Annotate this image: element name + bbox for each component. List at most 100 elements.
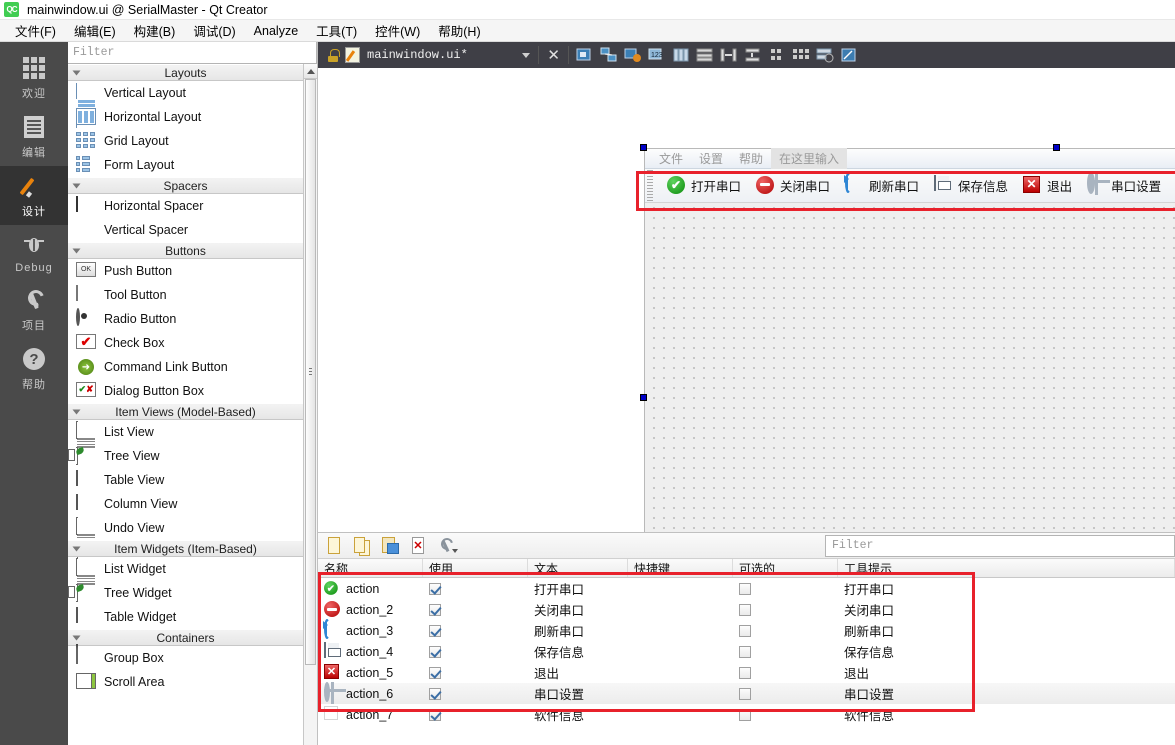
action-shortcut[interactable] [628,641,733,662]
checkable-checkbox[interactable] [739,603,751,616]
table-row[interactable]: action_7 软件信息 软件信息 [318,704,1175,725]
used-checkbox[interactable] [429,666,441,679]
open-document-selector[interactable]: mainwindow.ui* ✕ [318,46,568,64]
form-menu-settings[interactable]: 设置 [691,148,731,169]
menu-debug[interactable]: 调试(D) [184,19,244,42]
table-row[interactable]: action_3 刷新串口 刷新串口 [318,619,1175,641]
checkable-checkbox[interactable] [739,687,751,700]
widget-item-horizontal-layout[interactable]: Horizontal Layout [68,105,303,129]
column-header-checkable[interactable]: 可选的 [733,559,838,577]
action-text[interactable]: 刷新串口 [528,620,628,641]
paste-action-icon[interactable] [380,536,402,556]
scroll-up-button[interactable] [304,64,317,79]
widget-item-column-view[interactable]: Column View [68,492,303,516]
copy-action-icon[interactable] [352,536,374,556]
widget-item-group-box[interactable]: Group Box [68,644,303,670]
checkable-checkbox[interactable] [739,708,751,721]
menu-edit[interactable]: 编辑(E) [65,19,125,42]
form-tool-bar[interactable]: ✔ 打开串口 关闭串口 刷新串口 保存信息 ✕ 退出 串口设置 [645,169,1175,203]
checkable-checkbox[interactable] [739,582,751,595]
widget-item-dialog-button-box[interactable]: ✔ ✘ Dialog Button Box [68,379,303,403]
action-tooltip[interactable]: 刷新串口 [838,620,1175,641]
designer-canvas[interactable]: 文件 设置 帮助 在这里输入 ✔ 打开串口 关闭串口 刷新串口 保存信息 ✕ 退… [318,68,1175,532]
scrollbar-thumb[interactable] [305,79,316,666]
widget-item-command-link-button[interactable]: ➜ Command Link Button [68,355,303,379]
action-shortcut[interactable] [628,599,733,620]
column-header-text[interactable]: 文本 [528,559,628,577]
edit-signals-slots-icon[interactable] [599,46,619,64]
lock-icon[interactable] [326,48,340,62]
action-shortcut[interactable] [628,578,733,599]
widget-category-containers[interactable]: Containers [68,629,303,646]
layout-splitter-vertical-icon[interactable] [743,46,763,64]
layout-splitter-horizontal-icon[interactable] [719,46,739,64]
action-text[interactable]: 关闭串口 [528,599,628,620]
action-shortcut[interactable] [628,662,733,683]
checkable-checkbox[interactable] [739,666,751,679]
action-text[interactable]: 保存信息 [528,641,628,662]
widget-item-list-view[interactable]: List View [68,420,303,465]
mainwindow-form[interactable]: 文件 设置 帮助 在这里输入 ✔ 打开串口 关闭串口 刷新串口 保存信息 ✕ 退… [644,148,1175,532]
widget-item-vertical-spacer[interactable]: Vertical Spacer [68,218,303,242]
widget-item-horizontal-spacer[interactable]: Horizontal Spacer [68,194,303,218]
delete-action-icon[interactable]: ✕ [408,536,430,556]
close-document-button[interactable]: ✕ [538,46,568,64]
layout-horizontally-icon[interactable] [671,46,691,64]
widget-category-layouts[interactable]: Layouts [68,64,303,81]
configure-icon[interactable] [436,536,458,556]
action-tooltip[interactable]: 关闭串口 [838,599,1175,620]
action-shortcut[interactable] [628,704,733,725]
widget-item-tree-widget[interactable]: Tree Widget [68,581,303,605]
widget-item-table-widget[interactable]: Table Widget [68,605,303,629]
toolbar-action-save-info[interactable]: 保存信息 [928,174,1017,198]
table-row[interactable]: action_6 串口设置 串口设置 [318,682,1175,704]
action-shortcut[interactable] [628,620,733,641]
widget-item-check-box[interactable]: ✔ Check Box [68,331,303,355]
widget-box-filter-input[interactable]: Filter [68,42,317,64]
widget-item-undo-view[interactable]: Undo View [68,516,303,561]
layout-vertically-icon[interactable] [695,46,715,64]
widget-item-tool-button[interactable]: Tool Button [68,283,303,307]
widget-item-form-layout[interactable]: Form Layout [68,153,303,177]
checkable-checkbox[interactable] [739,645,751,658]
widget-category-spacers[interactable]: Spacers [68,177,303,194]
action-tooltip[interactable]: 软件信息 [838,704,1175,725]
widget-item-vertical-layout[interactable]: Vertical Layout [68,81,303,128]
action-editor-filter-input[interactable]: Filter [825,534,1175,557]
mode-design[interactable]: 设计 [0,166,68,225]
used-checkbox[interactable] [429,708,441,721]
table-row[interactable]: ✕ action_5 退出 退出 [318,662,1175,683]
widget-category-item-views[interactable]: Item Views (Model-Based) [68,403,303,420]
widget-item-push-button[interactable]: OK Push Button [68,259,303,283]
column-header-shortcut[interactable]: 快捷键 [628,559,733,577]
widget-item-table-view[interactable]: Table View [68,468,303,492]
mode-help[interactable]: ? 帮助 [0,339,68,398]
edit-buddies-icon[interactable] [623,46,643,64]
edit-tab-order-icon[interactable]: 123 [647,46,667,64]
form-menu-help[interactable]: 帮助 [731,148,771,169]
table-row[interactable]: action_2 关闭串口 关闭串口 [318,599,1175,620]
widget-category-item-widgets[interactable]: Item Widgets (Item-Based) [68,540,303,557]
toolbar-action-open-serial[interactable]: ✔ 打开串口 [661,174,750,198]
action-text[interactable]: 退出 [528,662,628,683]
action-tooltip[interactable]: 保存信息 [838,641,1175,662]
used-checkbox[interactable] [429,624,441,637]
widget-item-radio-button[interactable]: Radio Button [68,307,303,331]
used-checkbox[interactable] [429,645,441,658]
action-text[interactable]: 软件信息 [528,704,628,725]
form-menu-add-placeholder[interactable]: 在这里输入 [771,148,848,169]
selection-handle-top-center[interactable] [1053,144,1060,151]
action-shortcut[interactable] [628,683,733,704]
used-checkbox[interactable] [429,687,441,700]
checkable-checkbox[interactable] [739,624,751,637]
mode-edit[interactable]: 编辑 [0,107,68,166]
widget-item-grid-layout[interactable]: Grid Layout [68,129,303,153]
table-row[interactable]: ✔ action 打开串口 打开串口 [318,578,1175,599]
action-tooltip[interactable]: 打开串口 [838,578,1175,599]
selection-handle-left-center[interactable] [640,394,647,401]
adjust-size-icon[interactable] [839,46,859,64]
chevron-down-icon[interactable] [522,52,531,58]
form-menu-bar[interactable]: 文件 设置 帮助 在这里输入 [645,148,1175,169]
used-checkbox[interactable] [429,582,441,595]
mode-welcome[interactable]: 欢迎 [0,48,68,107]
